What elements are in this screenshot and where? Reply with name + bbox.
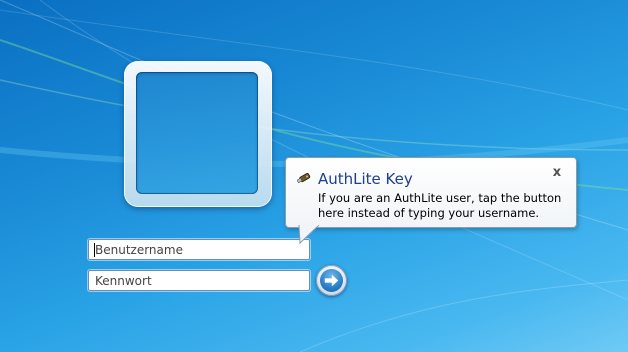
close-icon[interactable]: x [550,166,564,180]
text-caret [94,243,95,257]
authlite-tooltip: AuthLite Key If you are an AuthLite user… [285,157,577,228]
submit-arrow-button[interactable] [316,265,347,296]
username-input[interactable] [88,239,310,260]
tooltip-body: If you are an AuthLite user, tap the but… [318,191,562,220]
usb-key-icon [297,173,311,184]
tooltip-title: AuthLite Key [318,170,413,188]
user-picture [136,72,258,194]
arrow-right-icon [320,269,343,292]
user-picture-frame [124,61,272,207]
tooltip-tail [298,225,320,245]
password-input[interactable] [88,270,310,291]
